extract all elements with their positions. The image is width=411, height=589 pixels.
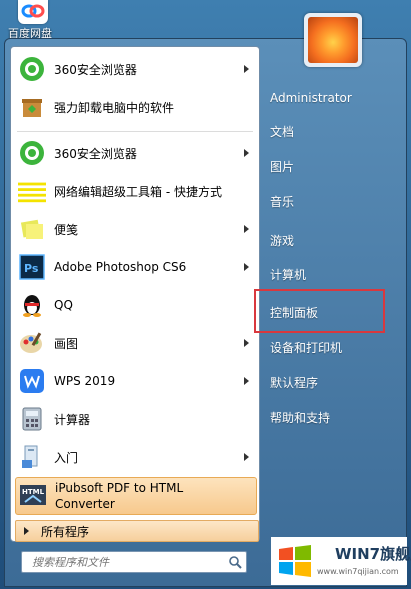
uninstall-icon	[18, 93, 46, 121]
program-item-uninstaller[interactable]: 强力卸载电脑中的软件	[15, 89, 255, 125]
sticky-notes-icon	[18, 215, 46, 243]
right-link-documents[interactable]: 文档	[262, 119, 402, 145]
program-item-paint[interactable]: 画图	[15, 325, 255, 361]
html-converter-icon: HTML	[19, 482, 47, 510]
search-input[interactable]	[22, 552, 228, 572]
programs-pane: 360安全浏览器 强力卸载电脑中的软件 360安全浏览器 网络编辑超级工具箱 -…	[10, 46, 260, 542]
windows-logo-icon	[277, 543, 313, 582]
program-label: 网络编辑超级工具箱 - 快捷方式	[54, 184, 222, 199]
paint-icon	[18, 329, 46, 357]
program-item-sticky-notes[interactable]: 便笺	[15, 211, 255, 247]
submenu-arrow-icon[interactable]	[244, 453, 249, 461]
baidu-netdisk-shortcut[interactable]: 百度网盘	[8, 0, 68, 40]
wps-icon	[18, 367, 46, 395]
photoshop-icon: Ps	[18, 253, 46, 281]
svg-text:Ps: Ps	[24, 262, 39, 275]
calculator-icon	[18, 405, 46, 433]
submenu-arrow-icon[interactable]	[244, 149, 249, 157]
right-link-default-programs[interactable]: 默认程序	[262, 370, 402, 396]
watermark-title: WIN7旗舰版	[335, 545, 411, 563]
program-label: iPubsoft PDF to HTML Converter	[55, 481, 184, 511]
program-item-qq[interactable]: QQ	[15, 287, 255, 323]
program-label: 便笺	[54, 222, 79, 237]
pinned-separator	[17, 131, 253, 132]
program-label: 360安全浏览器	[54, 62, 137, 77]
program-item-getting-started[interactable]: 入门	[15, 439, 255, 475]
program-item-toolbox[interactable]: 网络编辑超级工具箱 - 快捷方式	[15, 173, 255, 209]
avatar-flower-picture	[308, 17, 358, 63]
getting-started-icon	[18, 443, 46, 471]
program-label: 入门	[54, 450, 79, 465]
control-panel-highlight-box	[254, 289, 385, 333]
all-programs-arrow-icon	[24, 527, 29, 535]
all-programs-button[interactable]: 所有程序	[15, 520, 259, 542]
program-label: 画图	[54, 336, 79, 351]
program-item-calculator[interactable]: 计算器	[15, 401, 255, 437]
right-link-administrator[interactable]: Administrator	[262, 85, 402, 111]
watermark-url: www.win7qijian.com	[317, 567, 399, 576]
submenu-arrow-icon[interactable]	[244, 65, 249, 73]
program-item-360-browser-pinned[interactable]: 360安全浏览器	[15, 51, 255, 87]
watermark: WIN7旗舰版 www.win7qijian.com	[271, 537, 411, 585]
program-item-photoshop[interactable]: Ps Adobe Photoshop CS6	[15, 249, 255, 285]
program-label: QQ	[54, 298, 73, 312]
right-link-devices-printers[interactable]: 设备和打印机	[262, 335, 402, 361]
qq-penguin-icon	[18, 291, 46, 319]
svg-text:HTML: HTML	[22, 488, 45, 496]
program-label: 强力卸载电脑中的软件	[54, 100, 175, 115]
submenu-arrow-icon[interactable]	[244, 225, 249, 233]
right-link-games[interactable]: 游戏	[262, 228, 402, 254]
user-avatar[interactable]	[304, 13, 362, 67]
right-link-help-support[interactable]: 帮助和支持	[262, 405, 402, 431]
program-label: WPS 2019	[54, 374, 116, 388]
right-link-computer[interactable]: 计算机	[262, 262, 402, 288]
program-label: 360安全浏览器	[54, 146, 137, 161]
360-browser-icon	[18, 55, 46, 83]
program-label: 计算器	[54, 412, 91, 427]
submenu-arrow-icon[interactable]	[244, 377, 249, 385]
submenu-arrow-icon[interactable]	[244, 339, 249, 347]
program-item-360-browser[interactable]: 360安全浏览器	[15, 135, 255, 171]
360-browser-icon	[18, 139, 46, 167]
right-link-pictures[interactable]: 图片	[262, 154, 402, 180]
program-label: Adobe Photoshop CS6	[54, 260, 187, 274]
right-link-music[interactable]: 音乐	[262, 189, 402, 215]
program-item-wps[interactable]: WPS 2019	[15, 363, 255, 399]
submenu-arrow-icon[interactable]	[244, 263, 249, 271]
toolbox-icon	[18, 177, 46, 205]
search-box[interactable]	[21, 551, 247, 573]
search-icon[interactable]	[228, 555, 242, 569]
baidu-netdisk-icon	[18, 0, 48, 24]
program-item-ipubsoft-converter[interactable]: HTML iPubsoft PDF to HTML Converter	[15, 477, 257, 515]
all-programs-label: 所有程序	[41, 524, 90, 539]
